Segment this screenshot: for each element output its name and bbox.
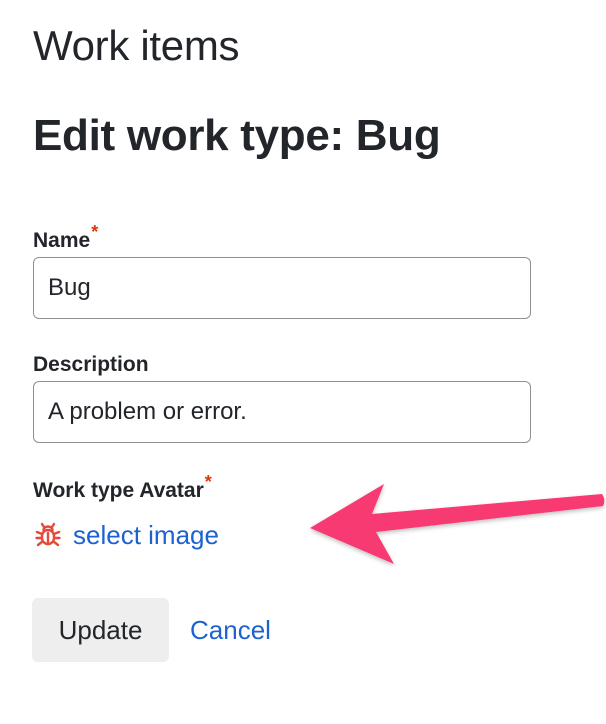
cancel-link[interactable]: Cancel <box>190 613 271 647</box>
name-input[interactable] <box>33 257 531 319</box>
description-input[interactable] <box>33 381 531 443</box>
avatar-required-mark: * <box>204 472 212 492</box>
form-title: Edit work type: Bug <box>33 111 441 160</box>
bug-icon <box>33 520 63 550</box>
select-image-link[interactable]: select image <box>73 518 219 552</box>
description-label: Description <box>33 352 149 378</box>
update-button[interactable]: Update <box>32 598 169 662</box>
avatar-picker[interactable]: select image <box>33 518 219 552</box>
avatar-label-text: Work type Avatar <box>33 479 204 502</box>
page-title: Work items <box>33 22 240 69</box>
name-label-text: Name <box>33 229 91 252</box>
description-label-text: Description <box>33 353 149 376</box>
name-label: Name* <box>33 222 98 254</box>
annotation-arrow-icon <box>310 484 605 564</box>
avatar-label: Work type Avatar* <box>33 472 212 504</box>
name-required-mark: * <box>91 222 99 242</box>
